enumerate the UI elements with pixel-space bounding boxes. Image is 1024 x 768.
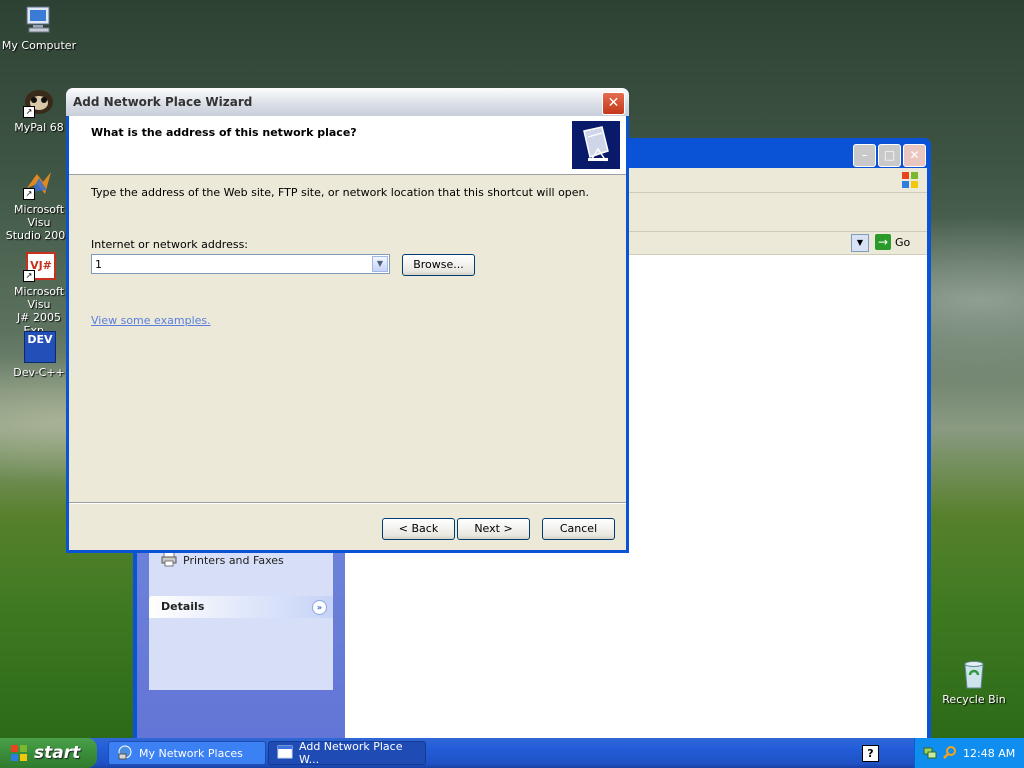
view-examples-link[interactable]: View some examples. bbox=[91, 314, 211, 327]
browse-button[interactable]: Browse... bbox=[402, 254, 475, 276]
back-button[interactable]: < Back bbox=[382, 518, 455, 540]
clock: 12:48 AM bbox=[963, 746, 1016, 760]
wizard-heading: What is the address of this network plac… bbox=[91, 126, 357, 139]
details-panel-header[interactable]: Details » bbox=[149, 596, 333, 618]
shortcut-arrow-icon: ↗ bbox=[23, 106, 35, 118]
wizard-description: Type the address of the Web site, FTP si… bbox=[91, 186, 590, 199]
details-label: Details bbox=[161, 600, 205, 613]
address-combobox[interactable]: 1 ▼ bbox=[91, 254, 390, 274]
start-button[interactable]: start bbox=[0, 738, 97, 768]
system-tray: 12:48 AM bbox=[914, 738, 1024, 768]
taskbar-item-add-network-place[interactable]: Add Network Place W... bbox=[268, 740, 426, 766]
windows-flag-icon bbox=[10, 744, 28, 762]
taskbar-item-label: Add Network Place W... bbox=[299, 740, 403, 766]
chevron-down-icon[interactable]: ▼ bbox=[372, 256, 388, 272]
desktop-icon-label: My Computer bbox=[1, 39, 77, 52]
close-button[interactable]: ✕ bbox=[903, 144, 926, 167]
go-arrow-icon: → bbox=[875, 234, 891, 250]
computer-icon bbox=[23, 4, 55, 36]
visual-studio-icon: ↗ bbox=[23, 168, 55, 200]
task-printers-label: Printers and Faxes bbox=[183, 553, 284, 567]
taskbar: start My Network Places Add Network Plac… bbox=[0, 738, 1024, 768]
minimize-button[interactable]: – bbox=[853, 144, 876, 167]
wizard-title: Add Network Place Wizard bbox=[73, 95, 253, 109]
window-icon bbox=[277, 744, 293, 763]
vjsharp-icon: VJ# ↗ bbox=[23, 250, 56, 282]
next-button[interactable]: Next > bbox=[457, 518, 530, 540]
explorer-window-controls: – □ ✕ bbox=[853, 144, 926, 167]
mypal-icon: ↗ bbox=[23, 86, 55, 118]
desktop-icon-label: Recycle Bin bbox=[942, 693, 1006, 706]
network-tray-icon[interactable] bbox=[923, 745, 937, 762]
maximize-button[interactable]: □ bbox=[878, 144, 901, 167]
address-dropdown-button[interactable]: ▼ bbox=[851, 234, 869, 252]
wizard-content: What is the address of this network plac… bbox=[69, 116, 626, 550]
help-icon[interactable]: ? bbox=[862, 745, 879, 762]
windows-flag-icon bbox=[901, 171, 919, 189]
wizard-close-button[interactable]: ✕ bbox=[602, 92, 625, 115]
go-label: Go bbox=[895, 235, 911, 249]
recycle-bin-icon bbox=[958, 658, 990, 690]
wizard-divider bbox=[69, 502, 626, 504]
go-button[interactable]: → Go bbox=[875, 234, 910, 250]
address-label: Internet or network address: bbox=[91, 238, 249, 251]
printer-icon bbox=[161, 551, 177, 570]
devcpp-badge: DEV bbox=[24, 331, 56, 363]
add-network-place-wizard[interactable]: Add Network Place Wizard ✕ What is the a… bbox=[66, 88, 629, 553]
wizard-titlebar[interactable]: Add Network Place Wizard ✕ bbox=[66, 88, 629, 116]
taskbar-item-label: My Network Places bbox=[139, 746, 243, 760]
desktop-icon-my-computer[interactable]: My Computer bbox=[1, 4, 77, 52]
taskbar-item-my-network-places[interactable]: My Network Places bbox=[108, 741, 266, 765]
wizard-header: What is the address of this network plac… bbox=[69, 116, 626, 175]
network-folder-icon bbox=[572, 121, 620, 169]
shortcut-arrow-icon: ↗ bbox=[23, 270, 35, 282]
shortcut-arrow-icon: ↗ bbox=[23, 188, 35, 200]
search-icon[interactable] bbox=[943, 745, 957, 762]
devcpp-icon: DEV bbox=[23, 331, 56, 363]
start-label: start bbox=[34, 743, 81, 763]
cancel-button[interactable]: Cancel bbox=[542, 518, 615, 540]
network-places-icon bbox=[117, 744, 133, 763]
desktop-icon-recycle-bin[interactable]: Recycle Bin bbox=[936, 658, 1012, 706]
address-input[interactable]: 1 bbox=[95, 258, 102, 271]
chevron-down-icon[interactable]: » bbox=[312, 600, 327, 615]
